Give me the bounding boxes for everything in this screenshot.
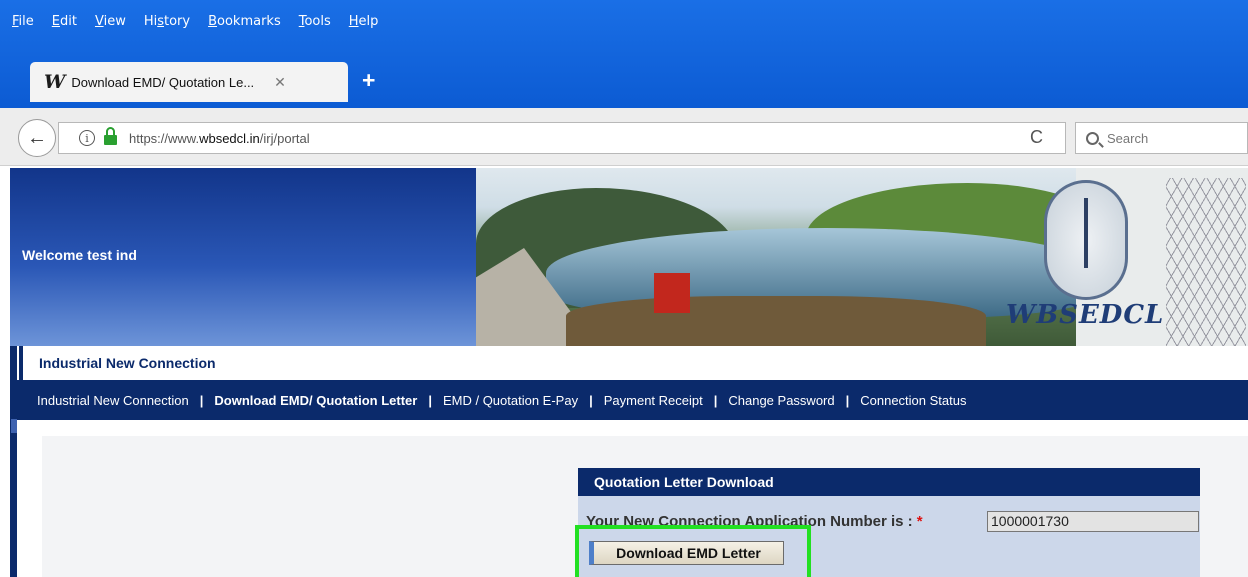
- subnav-download-emd-quotation[interactable]: Download EMD/ Quotation Letter: [214, 393, 417, 408]
- subnav-payment-receipt[interactable]: Payment Receipt: [604, 393, 703, 408]
- logo-pole-icon: [1084, 198, 1088, 268]
- nav-separator: |: [845, 392, 850, 408]
- subnav-industrial-new-connection[interactable]: Industrial New Connection: [37, 393, 189, 408]
- browser-top-bar: File Edit View History Bookmarks Tools H…: [0, 0, 1248, 108]
- lock-icon[interactable]: [104, 126, 117, 145]
- menu-tools[interactable]: Tools: [299, 14, 331, 29]
- address-bar[interactable]: i https://www.wbsedcl.in/irj/portal C: [58, 122, 1066, 154]
- tab-title: Download EMD/ Quotation Le...: [71, 74, 255, 90]
- power-tower-graphic: [1166, 178, 1246, 346]
- new-tab-button[interactable]: +: [362, 67, 375, 94]
- back-button[interactable]: ←: [18, 119, 56, 157]
- search-placeholder: Search: [1107, 130, 1149, 146]
- menu-history[interactable]: History: [144, 14, 190, 29]
- panel-title: Quotation Letter Download: [578, 468, 1200, 496]
- nav-separator: |: [199, 392, 204, 408]
- quotation-download-panel: Quotation Letter Download Your New Conne…: [578, 468, 1200, 577]
- menu-file[interactable]: File: [12, 14, 34, 29]
- url-text: https://www.wbsedcl.in/irj/portal: [129, 131, 310, 146]
- url-prefix: https://www.: [129, 130, 200, 146]
- menu-bar: File Edit View History Bookmarks Tools H…: [0, 0, 1248, 42]
- subnav-emd-quotation-epay[interactable]: EMD / Quotation E-Pay: [443, 393, 578, 408]
- menu-edit[interactable]: Edit: [52, 14, 77, 29]
- menu-view[interactable]: View: [95, 14, 126, 29]
- menu-bookmarks[interactable]: Bookmarks: [208, 14, 281, 29]
- portal-tab-label: Industrial New Connection: [39, 355, 216, 371]
- download-emd-letter-button[interactable]: Download EMD Letter: [589, 541, 784, 565]
- portal-tab-industrial[interactable]: Industrial New Connection: [19, 346, 273, 380]
- subnav-connection-status[interactable]: Connection Status: [860, 393, 966, 408]
- info-icon[interactable]: i: [79, 130, 95, 146]
- site-favicon-icon: W: [44, 71, 66, 93]
- required-asterisk: *: [916, 513, 923, 530]
- nav-separator: |: [589, 392, 593, 408]
- menu-file-rest: ile: [18, 13, 34, 29]
- back-arrow-icon: ←: [27, 126, 47, 149]
- navigation-toolbar: ← i https://www.wbsedcl.in/irj/portal C …: [0, 108, 1248, 166]
- subnav-change-password[interactable]: Change Password: [728, 393, 834, 408]
- menu-help[interactable]: Help: [349, 14, 379, 29]
- banner-photo: WBSEDCL: [476, 168, 1248, 346]
- company-logo-text: WBSEDCL: [1006, 300, 1165, 330]
- sub-navigation: Industrial New Connection | Download EMD…: [17, 380, 1248, 420]
- expand-handle-icon[interactable]: [11, 419, 17, 433]
- left-accent-bar: [10, 346, 17, 577]
- application-number-field[interactable]: 1000001730: [987, 511, 1199, 532]
- application-number-label: Your New Connection Application Number i…: [586, 513, 923, 530]
- url-path: /irj/portal: [259, 130, 310, 146]
- close-tab-icon[interactable]: ✕: [274, 74, 286, 91]
- search-icon: [1086, 131, 1099, 145]
- search-box[interactable]: Search: [1075, 122, 1248, 154]
- welcome-panel: Welcome test ind: [10, 168, 476, 346]
- url-host: wbsedcl.in: [199, 130, 260, 146]
- nav-separator: |: [428, 392, 432, 408]
- site-banner: Welcome test ind WBSEDCL: [10, 168, 1248, 346]
- welcome-text: Welcome test ind: [22, 247, 137, 263]
- reload-icon[interactable]: C: [1030, 127, 1043, 148]
- nav-separator: |: [713, 392, 718, 408]
- application-number-label-text: Your New Connection Application Number i…: [586, 513, 913, 530]
- browser-tab[interactable]: W Download EMD/ Quotation Le... ✕: [30, 62, 348, 102]
